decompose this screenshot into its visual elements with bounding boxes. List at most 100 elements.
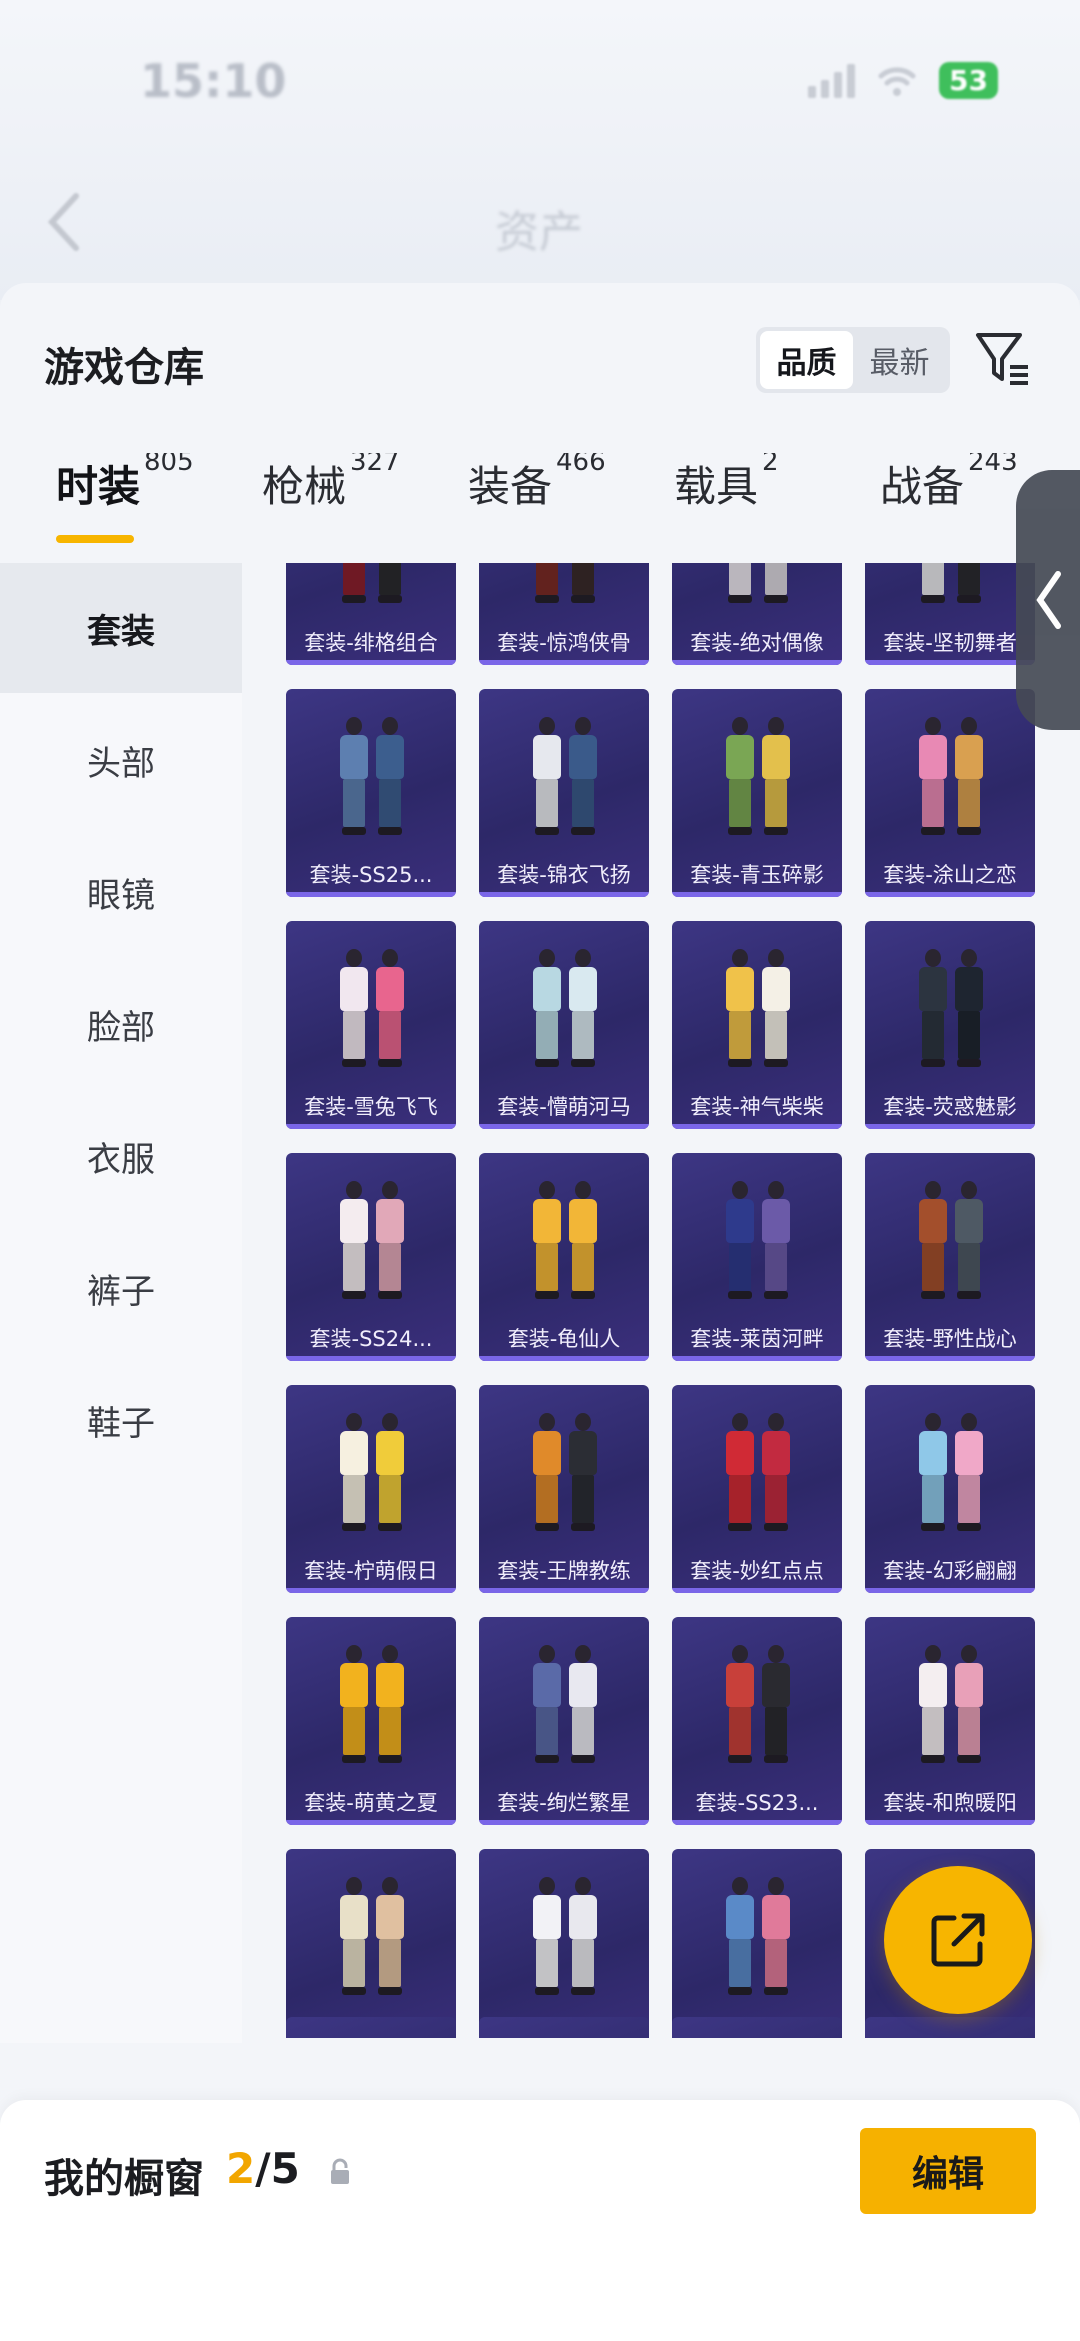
outfit-preview (286, 1867, 456, 1997)
outfit-card[interactable]: 套装-妙红点点 (672, 1385, 842, 1593)
outfit-figure (724, 563, 754, 605)
outfit-card-label: 套装-惊鸿侠骨 (497, 631, 631, 655)
outfit-card[interactable]: 套装-王牌教练 (479, 1385, 649, 1593)
outfit-card[interactable]: 套装-柠萌假日 (286, 1385, 456, 1593)
rail-item-head[interactable]: 头部 (0, 695, 242, 825)
tab-firearms[interactable]: 枪械 327 (262, 453, 400, 563)
rail-item-shoes[interactable]: 鞋子 (0, 1355, 242, 1485)
outfit-card[interactable]: 套装-幻彩翩翩 (865, 1385, 1035, 1593)
lock-icon (331, 2158, 349, 2184)
sort-option-newest[interactable]: 最新 (853, 331, 946, 389)
outfit-figure (338, 1181, 368, 1301)
outfit-card[interactable]: 套装-惊鸿侠骨 (479, 563, 649, 665)
outfit-card[interactable]: 套装-田园牧歌 (286, 1849, 456, 2038)
outfit-card[interactable] (286, 2017, 456, 2038)
tab-count: 805 (144, 453, 194, 477)
outfit-figure (531, 949, 561, 1069)
outfit-card-label: 套装-神气柴柴 (690, 1095, 824, 1119)
edit-button[interactable]: 编辑 (860, 2128, 1036, 2214)
tab-label: 时装 (56, 462, 141, 511)
outfit-figure (338, 949, 368, 1069)
outfit-card[interactable]: 套装-龟仙人 (479, 1153, 649, 1361)
outfit-figure (338, 717, 368, 837)
outfit-figure (567, 1645, 597, 1765)
outfit-figure (724, 949, 754, 1069)
outfit-card[interactable]: 套装-轻风白浪 (479, 1849, 649, 2038)
outfit-card[interactable] (479, 2017, 649, 2038)
outfit-card[interactable]: 套装-SS25... (286, 689, 456, 897)
active-tab-indicator (56, 535, 134, 543)
outfit-card[interactable]: 套装-锦衣飞扬 (479, 689, 649, 897)
outfit-card[interactable]: 套装-和煦暖阳 (865, 1617, 1035, 1825)
outfit-card[interactable]: 套装-飞行日记 (672, 1849, 842, 2038)
share-fab[interactable] (884, 1866, 1032, 2014)
outfit-preview (286, 563, 456, 605)
outfit-figure (724, 1645, 754, 1765)
showcase-count: 2/5 (226, 2144, 300, 2193)
rail-item-outfit[interactable]: 套装 (0, 563, 242, 693)
outfit-preview (286, 939, 456, 1069)
outfit-figure (567, 1181, 597, 1301)
outfit-card[interactable]: 套装-绯格组合 (286, 563, 456, 665)
outfit-card[interactable]: 套装-SS24... (286, 1153, 456, 1361)
outfit-card[interactable] (672, 2017, 842, 2038)
outfit-card-label: 套装-妙红点点 (690, 1559, 824, 1583)
outfit-card[interactable]: 套装-野性战心 (865, 1153, 1035, 1361)
outfit-card[interactable]: 套装-绚烂繁星 (479, 1617, 649, 1825)
outfit-card-label: 套装-绚烂繁星 (497, 1791, 631, 1815)
outfit-figure (531, 1181, 561, 1301)
outfit-card-label: 套装-萌黄之夏 (304, 1791, 438, 1815)
showcase-current: 2 (226, 2144, 256, 2193)
showcase-bar: 我的橱窗 2/5 编辑 (0, 2100, 1080, 2341)
outfit-card[interactable]: 套装-坚韧舞者 (865, 563, 1035, 665)
outfit-preview (479, 939, 649, 1069)
background-header: 15:10 53 资产 (0, 0, 1080, 300)
filter-icon[interactable] (972, 327, 1034, 389)
outfit-figure (374, 949, 404, 1069)
edge-collapse-handle[interactable] (1016, 470, 1080, 730)
outfit-card[interactable] (865, 2017, 1035, 2038)
outfit-card-label: 套装-涂山之恋 (883, 863, 1017, 887)
outfit-card-label: 套装-幻彩翩翩 (883, 1559, 1017, 1583)
tab-vehicles[interactable]: 载具 2 (674, 453, 779, 563)
category-tabs: 时装 805 枪械 327 装备 466 载具 2 战备 243 (0, 453, 1080, 563)
outfit-figure (953, 1645, 983, 1765)
outfit-card[interactable]: 套装-莱茵河畔 (672, 1153, 842, 1361)
outfit-card[interactable]: 套装-青玉碎影 (672, 689, 842, 897)
game-warehouse-sheet: 游戏仓库 品质 最新 时装 805 枪械 327 装备 466 载具 2 战备 243 (0, 283, 1080, 2341)
rail-item-clothes[interactable]: 衣服 (0, 1091, 242, 1221)
tab-battle-prep[interactable]: 战备 243 (880, 453, 1018, 563)
rail-item-face[interactable]: 脸部 (0, 959, 242, 1089)
rail-item-pants[interactable]: 裤子 (0, 1223, 242, 1353)
outfit-card[interactable]: 套装-涂山之恋 (865, 689, 1035, 897)
rail-item-glasses[interactable]: 眼镜 (0, 827, 242, 957)
outfit-card-label: 套装-懵萌河马 (497, 1095, 631, 1119)
wifi-icon (878, 66, 916, 96)
outfit-figure (760, 949, 790, 1069)
outfit-figure (760, 563, 790, 605)
tab-fashion[interactable]: 时装 805 (56, 453, 194, 563)
outfit-card[interactable]: 套装-绝对偶像 (672, 563, 842, 665)
outfit-preview (865, 563, 1035, 605)
outfit-preview (672, 1403, 842, 1533)
outfit-figure (917, 1181, 947, 1301)
showcase-title: 我的橱窗 (44, 2156, 204, 2202)
outfit-card[interactable]: 套装-萌黄之夏 (286, 1617, 456, 1825)
outfit-card[interactable]: 套装-神气柴柴 (672, 921, 842, 1129)
outfit-figure (917, 949, 947, 1069)
tab-equipment[interactable]: 装备 466 (468, 453, 606, 563)
outfit-figure (953, 1413, 983, 1533)
tab-label: 枪械 (262, 462, 347, 511)
outfit-preview (672, 1867, 842, 1997)
outfit-figure (760, 1645, 790, 1765)
outfit-card[interactable]: 套装-SS23... (672, 1617, 842, 1825)
outfit-figure (760, 1181, 790, 1301)
sort-option-quality[interactable]: 品质 (760, 331, 853, 389)
outfit-card[interactable]: 套装-懵萌河马 (479, 921, 649, 1129)
outfit-card[interactable]: 套装-雪兔飞飞 (286, 921, 456, 1129)
outfit-figure (760, 1413, 790, 1533)
outfit-preview (286, 707, 456, 837)
outfit-card[interactable]: 套装-荧惑魅影 (865, 921, 1035, 1129)
back-icon[interactable] (42, 190, 86, 254)
status-bar: 15:10 53 (0, 40, 1080, 120)
